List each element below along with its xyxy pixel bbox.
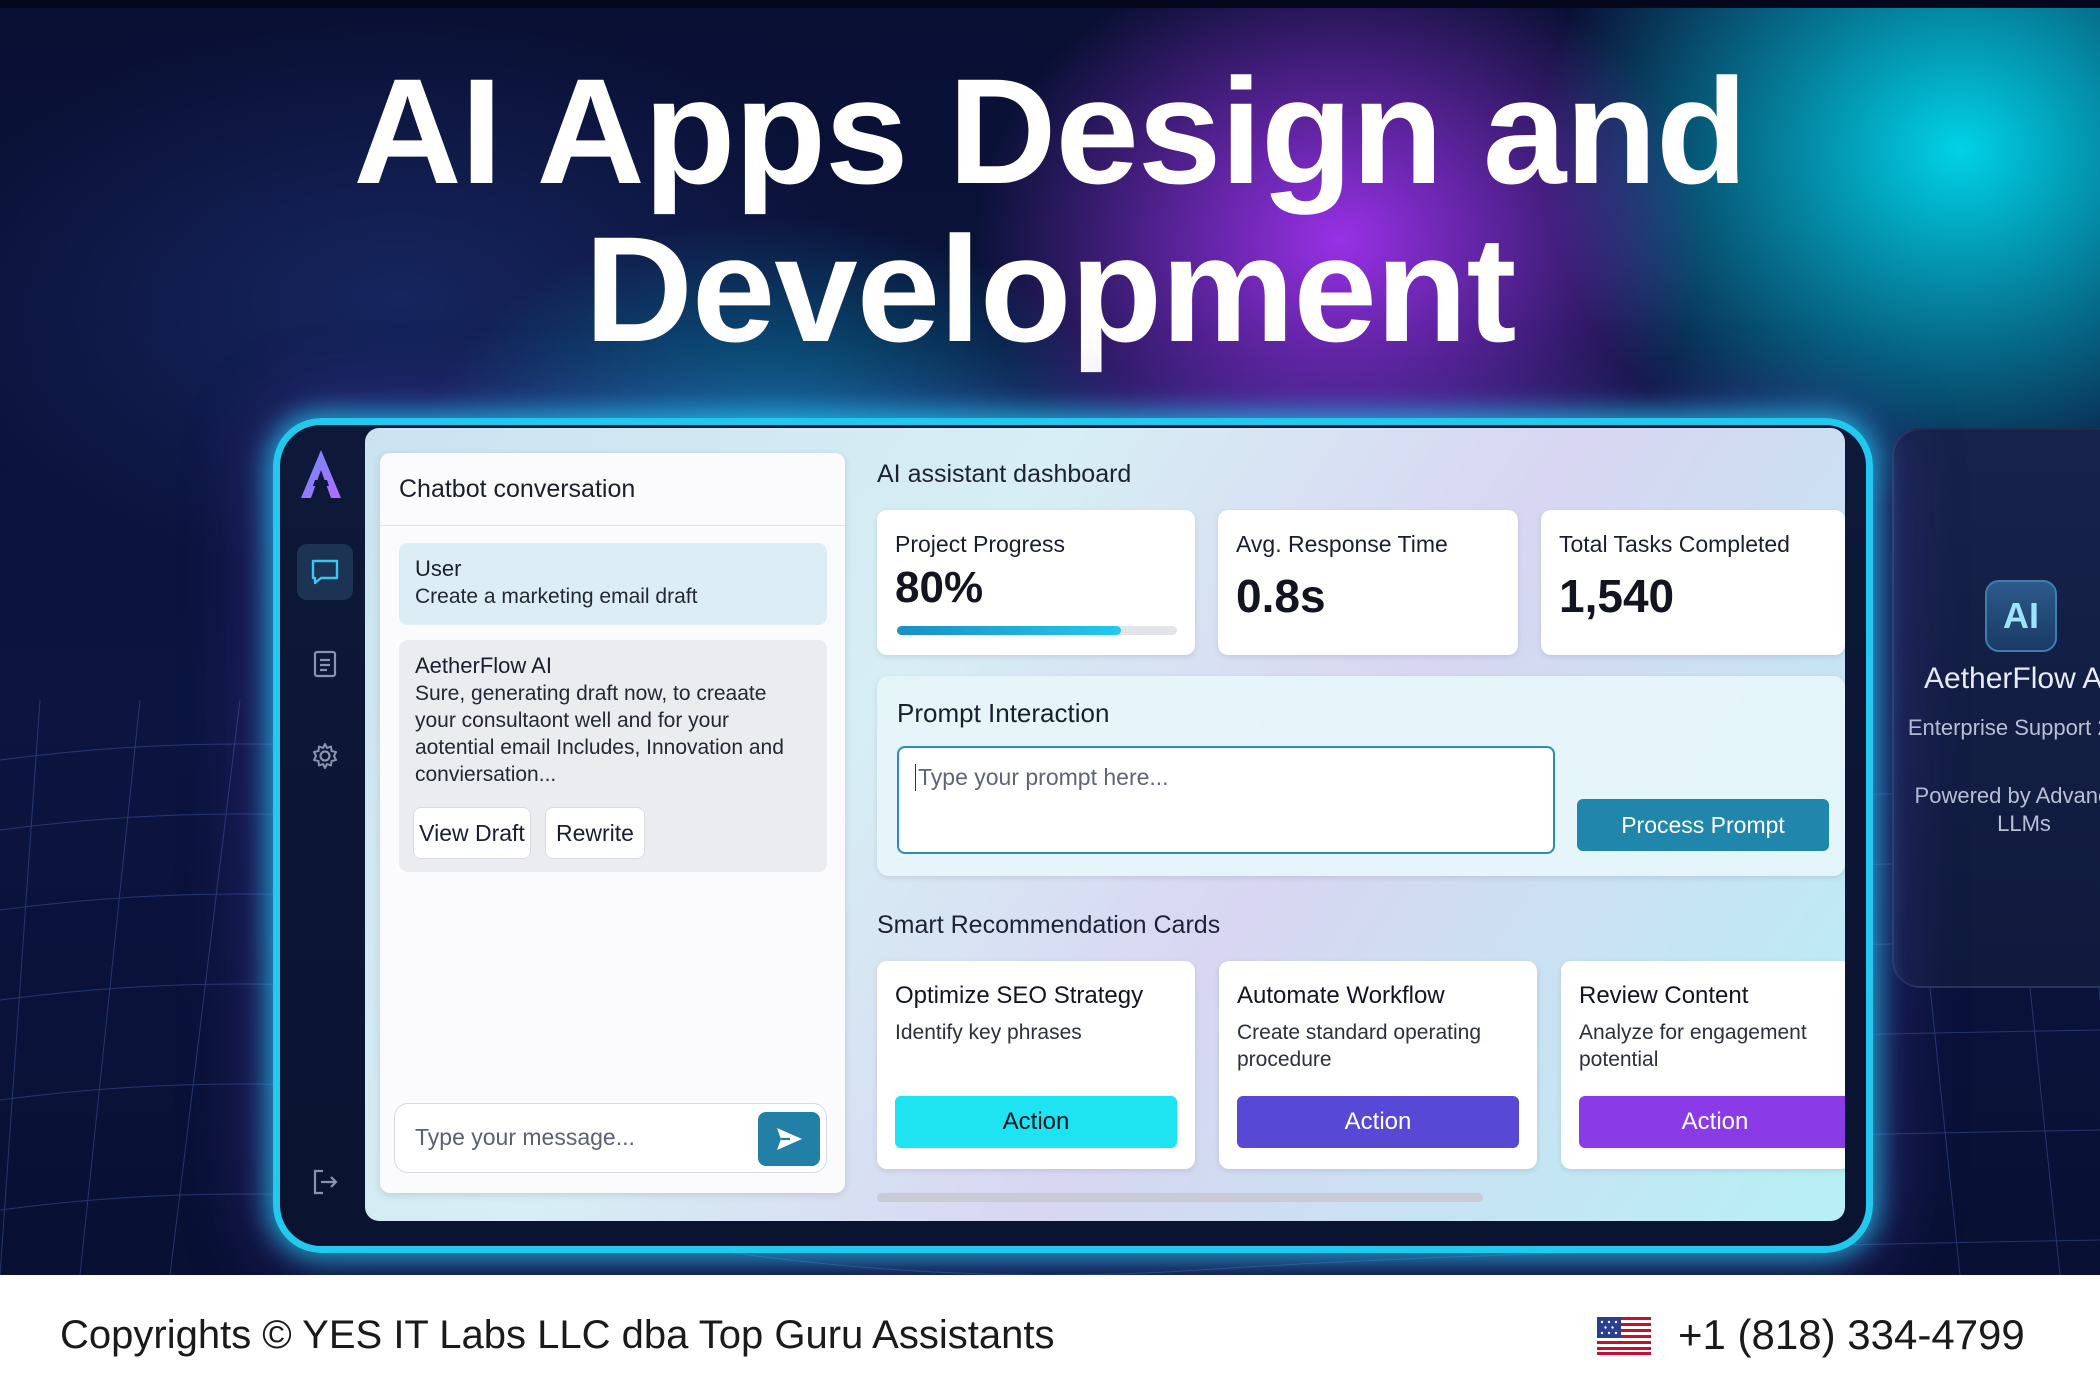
hero-banner: AI Apps Design and Development AI Aether… [0, 0, 2100, 1275]
side-powered-text: Powered by Advanced LLMs [1914, 783, 2100, 836]
process-prompt-button[interactable]: Process Prompt [1577, 799, 1829, 851]
recommendation-card: Optimize SEO Strategy Identify key phras… [877, 961, 1195, 1169]
recommendation-card: Automate Workflow Create standard operat… [1219, 961, 1537, 1169]
recommendations-title: Smart Recommendation Cards [877, 911, 1221, 939]
stat-label: Project Progress [895, 531, 1066, 557]
ai-message-sender: AetherFlow AI [415, 653, 552, 678]
chat-panel: Chatbot conversation User Create a marke… [380, 453, 845, 1193]
copyright-text: Copyrights © YES IT Labs LLC dba Top Gur… [60, 1313, 1055, 1357]
stat-label: Total Tasks Completed [1559, 531, 1790, 557]
recommendation-card: Review Content Analyze for engagement po… [1561, 961, 1845, 1169]
side-info-card: AI AetherFlow A Enterprise Support 24/7 … [1892, 428, 2100, 988]
recommendation-action-button[interactable]: Action [1237, 1096, 1519, 1148]
app-screen: Chatbot conversation User Create a marke… [365, 428, 1845, 1221]
top-strip [0, 0, 2100, 8]
phone-number[interactable]: +1 (818) 334-4799 [1678, 1311, 2025, 1359]
app-sidebar [283, 428, 365, 1218]
send-icon [777, 1128, 802, 1150]
hero-title-line-2: Development [584, 205, 1517, 373]
side-brand-name: AetherFlow A [1924, 662, 2100, 695]
recommendation-action-button[interactable]: Action [895, 1096, 1177, 1148]
send-button[interactable] [758, 1112, 820, 1166]
recommendation-desc: Analyze for engagement potential [1579, 1021, 1807, 1071]
recommendation-desc: Identify key phrases [895, 1021, 1082, 1044]
gear-icon [313, 743, 337, 769]
chat-title: Chatbot conversation [399, 475, 636, 503]
view-draft-button[interactable]: View Draft [413, 807, 531, 859]
chat-icon [311, 559, 339, 585]
stat-value: 80% [895, 563, 984, 612]
prompt-input-placeholder: Type your prompt here... [915, 764, 1169, 791]
stat-value: 1,540 [1559, 570, 1675, 622]
prompt-interaction-panel: Prompt Interaction Type your prompt here… [877, 676, 1845, 876]
user-message-text: Create a marketing email draft [415, 585, 698, 608]
recommendation-desc: Create standard operating procedure [1237, 1021, 1481, 1071]
side-support-text: Enterprise Support 24/7 [1907, 715, 2100, 740]
ai-message: AetherFlow AI Sure, generating draft now… [399, 640, 827, 872]
ai-badge-label: AI [2003, 595, 2039, 636]
prompt-input[interactable]: Type your prompt here... [897, 746, 1555, 854]
progress-bar-fill [897, 626, 1121, 635]
ai-badge: AI [1985, 580, 2057, 652]
document-icon [313, 650, 337, 678]
recommendation-title: Automate Workflow [1237, 982, 1445, 1009]
user-message-sender: User [415, 556, 462, 581]
footer: Copyrights © YES IT Labs LLC dba Top Gur… [0, 1275, 2100, 1400]
stat-value: 0.8s [1236, 570, 1326, 622]
stat-card-response-time: Avg. Response Time 0.8s [1218, 510, 1518, 655]
sidebar-item-settings[interactable] [297, 728, 353, 784]
logout-icon [313, 1169, 338, 1195]
ai-message-text: Sure, generating draft now, to creaate y… [415, 682, 784, 786]
stat-label: Avg. Response Time [1236, 531, 1448, 557]
user-message: User Create a marketing email draft [399, 543, 827, 625]
recommendation-action-button[interactable]: Action [1579, 1096, 1845, 1148]
prompt-title: Prompt Interaction [897, 698, 1110, 728]
sidebar-item-documents[interactable] [297, 636, 353, 692]
message-input-placeholder: Type your message... [415, 1124, 635, 1150]
recommendation-title: Review Content [1579, 982, 1749, 1009]
rewrite-button[interactable]: Rewrite [545, 807, 645, 859]
horizontal-scrollbar[interactable] [877, 1193, 1483, 1202]
stat-card-progress: Project Progress 80% [877, 510, 1195, 655]
hero-title-line-1: AI Apps Design and [353, 47, 1747, 215]
sidebar-item-logout[interactable] [297, 1154, 353, 1210]
app-logo [301, 450, 341, 498]
us-flag-icon [1597, 1317, 1651, 1355]
dashboard-title: AI assistant dashboard [877, 460, 1132, 488]
hero-title: AI Apps Design and Development [0, 52, 2100, 368]
sidebar-item-chat[interactable] [297, 544, 353, 600]
recommendation-title: Optimize SEO Strategy [895, 982, 1144, 1009]
stat-card-tasks-completed: Total Tasks Completed 1,540 [1541, 510, 1845, 655]
progress-bar [897, 626, 1177, 635]
chat-divider [380, 525, 845, 526]
message-input[interactable]: Type your message... [394, 1103, 827, 1173]
